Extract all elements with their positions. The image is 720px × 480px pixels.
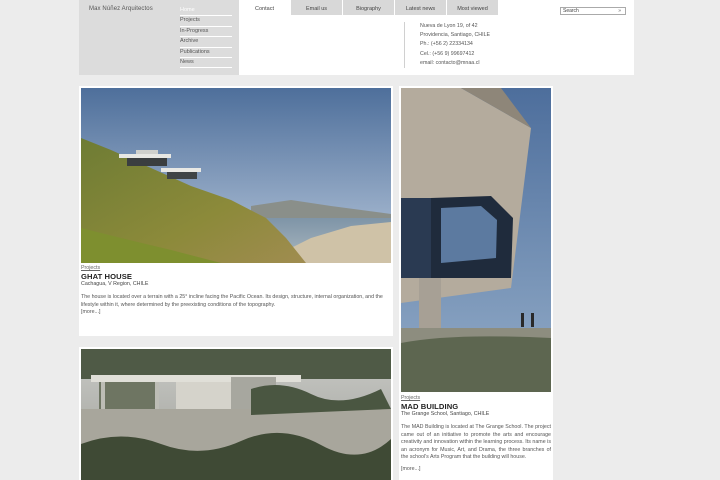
contact-panel: Nueva de Lyon 19, of 42 Providencia, San… xyxy=(404,22,520,69)
ghat-more-link[interactable]: [more...] xyxy=(81,309,100,315)
nav-item-publications[interactable]: Publications xyxy=(180,48,232,58)
nav-item-home[interactable]: Home xyxy=(180,6,232,17)
tab-most-viewed[interactable]: Most viewed xyxy=(447,0,498,15)
garden-house-photo[interactable] xyxy=(81,349,391,480)
brand-column: Max Núñez Arquitectos Home Projects In-P… xyxy=(79,0,239,75)
site-header: Max Núñez Arquitectos Home Projects In-P… xyxy=(79,0,634,75)
nav-item-archive[interactable]: Archive xyxy=(180,37,232,48)
project-card-garden-house xyxy=(79,347,393,480)
mad-more-link[interactable]: [more...] xyxy=(401,466,420,472)
mad-description: The MAD Building is located at The Grang… xyxy=(401,424,551,460)
contact-cel: Cel.: (+56 9) 99697412 xyxy=(420,50,475,57)
project-card-mad-building: Projects MAD BUILDING The Grange School,… xyxy=(399,86,553,480)
nav-item-in-progress[interactable]: In-Progress xyxy=(180,27,232,38)
tab-contact[interactable]: Contact xyxy=(239,0,290,15)
page: Max Núñez Arquitectos Home Projects In-P… xyxy=(0,0,720,480)
mad-location: The Grange School, Santiago, CHILE xyxy=(401,411,490,417)
contact-address-line-1: Nueva de Lyon 19, of 42 xyxy=(420,23,478,29)
ghat-title[interactable]: GHAT HOUSE xyxy=(81,272,132,281)
tab-latest-news[interactable]: Latest news xyxy=(395,0,446,15)
contact-email[interactable]: email: contacto@mnaa.cl xyxy=(420,59,520,68)
search-input[interactable]: Search » xyxy=(560,7,626,15)
contact-address-line-2: Providencia, Santiago, CHILE xyxy=(420,32,491,39)
nav-item-news[interactable]: News xyxy=(180,58,232,69)
site-logo[interactable]: Max Núñez Arquitectos xyxy=(89,6,153,12)
contact-phone: Ph.: (+56 2) 22334134 xyxy=(420,41,473,48)
ghat-description: The house is located over a terrain with… xyxy=(81,294,383,308)
ghat-house-photo[interactable] xyxy=(81,88,391,263)
nav-item-projects[interactable]: Projects xyxy=(180,16,232,27)
tab-biography[interactable]: Biography xyxy=(343,0,394,15)
project-card-ghat-house: Projects GHAT HOUSE Cachagua, V Region, … xyxy=(79,86,393,336)
search-placeholder: Search xyxy=(563,8,579,14)
mad-category-link[interactable]: Projects xyxy=(401,395,420,401)
mad-title[interactable]: MAD BUILDING xyxy=(401,402,458,411)
info-tabs: Contact Email us Biography Latest news M… xyxy=(239,0,532,15)
ghat-category-link[interactable]: Projects xyxy=(81,265,100,271)
ghat-location: Cachagua, V Region, CHILE xyxy=(81,281,149,287)
mad-building-photo[interactable] xyxy=(401,88,551,392)
tab-email-us[interactable]: Email us xyxy=(291,0,342,15)
main-nav: Home Projects In-Progress Archive Public… xyxy=(180,6,232,69)
search-submit-icon[interactable]: » xyxy=(618,8,621,14)
